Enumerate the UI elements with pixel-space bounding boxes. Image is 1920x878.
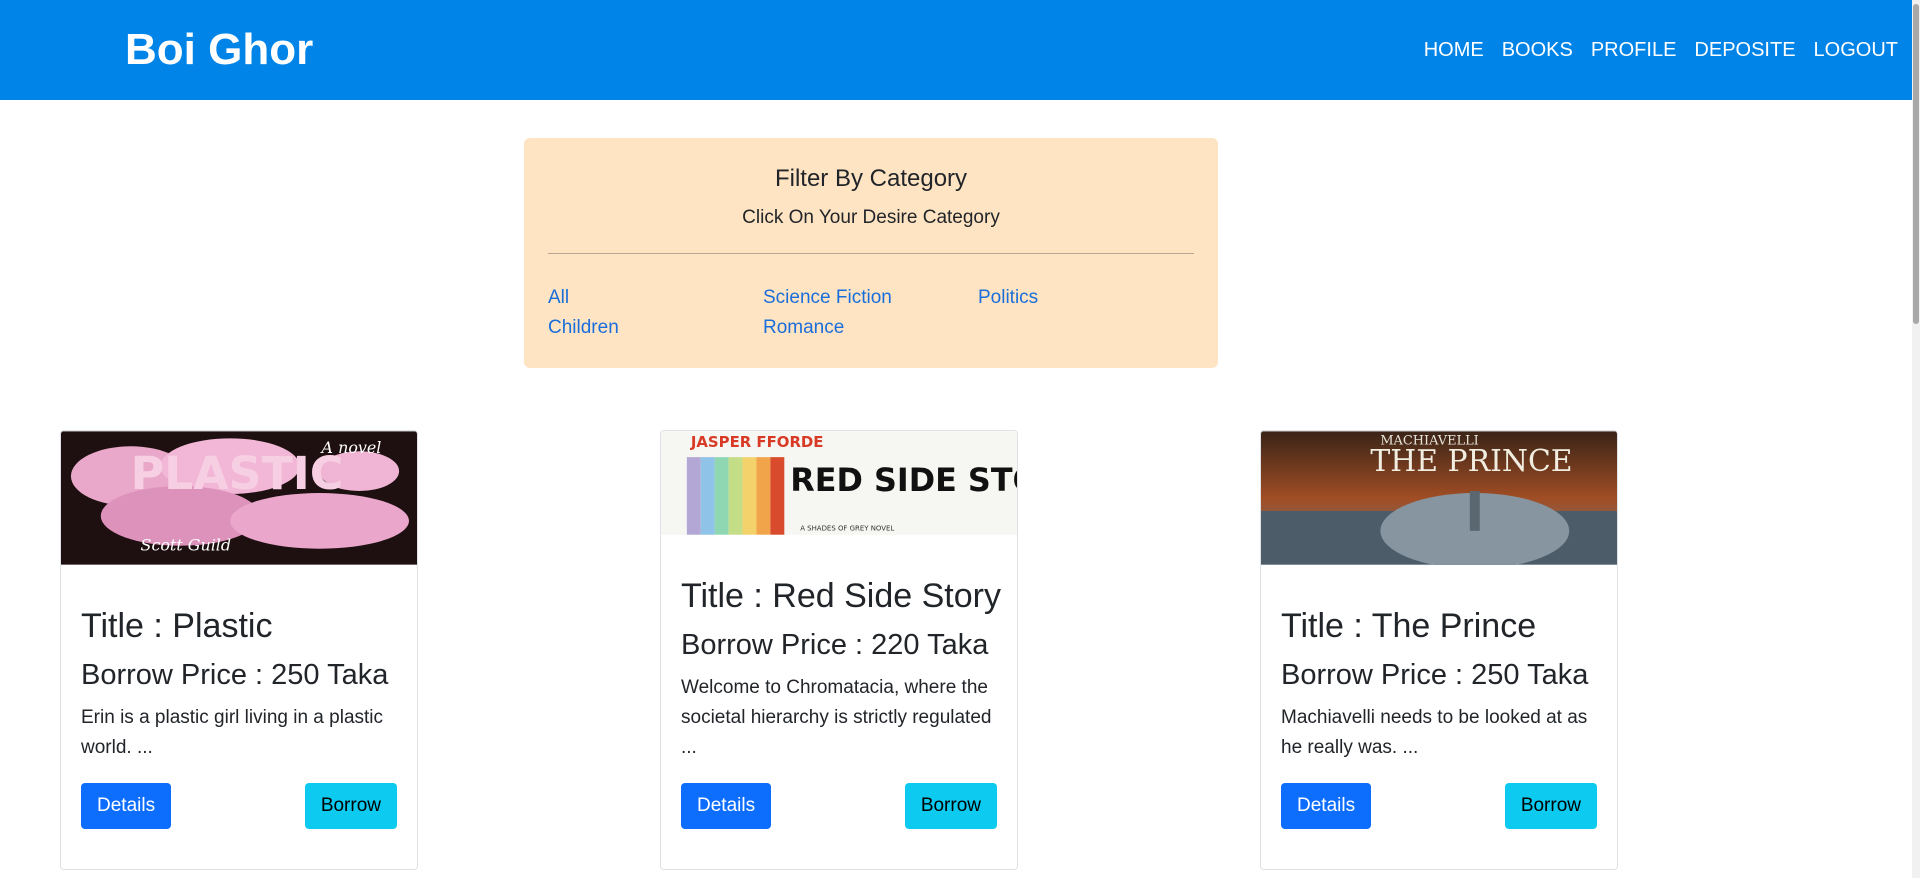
borrow-button[interactable]: Borrow [304, 783, 397, 829]
borrow-button[interactable]: Borrow [1504, 783, 1597, 829]
book-cover-image: PLASTIC A novel Scott Guild [61, 431, 417, 565]
book-title: Title : The Prince [1281, 607, 1537, 645]
category-politics[interactable]: Politics [978, 285, 1038, 311]
book-price: Borrow Price : 250 Taka [1281, 659, 1589, 691]
book-title: Title : Plastic [81, 607, 273, 645]
cover-author-text: Scott Guild [141, 536, 232, 555]
category-science-fiction[interactable]: Science Fiction [763, 285, 892, 311]
cover-author-text: JASPER FFORDE [690, 433, 824, 451]
book-card-red-side-story: JASPER FFORDE RED SIDE STORY A SHADES OF… [660, 430, 1018, 870]
cover-tagline-text: A novel [320, 438, 382, 457]
book-price: Borrow Price : 250 Taka [81, 659, 389, 691]
brand-logo[interactable]: Boi Ghor [125, 22, 313, 78]
cover-title-text: THE PRINCE [1370, 444, 1572, 479]
book-card-the-prince: MACHIAVELLI THE PRINCE Title : The Princ… [1260, 430, 1618, 870]
details-button[interactable]: Details [81, 783, 172, 829]
scrollbar[interactable] [1912, 0, 1920, 878]
details-button[interactable]: Details [1281, 783, 1372, 829]
borrow-button[interactable]: Borrow [904, 783, 997, 829]
book-price: Borrow Price : 220 Taka [681, 629, 989, 661]
cover-tagline-text: A SHADES OF GREY NOVEL [800, 525, 894, 533]
navbar: Boi Ghor HOME BOOKS PROFILE DEPOSITE LOG… [0, 0, 1920, 100]
nav-links: HOME BOOKS PROFILE DEPOSITE LOGOUT [1424, 36, 1898, 64]
cover-title-text: RED SIDE STORY [790, 461, 1017, 499]
book-description: Machiavelli needs to be looked at as he … [1281, 707, 1588, 758]
nav-logout[interactable]: LOGOUT [1814, 36, 1898, 64]
book-description: Welcome to Chromatacia, where the societ… [681, 677, 992, 758]
filter-title: Filter By Category [774, 165, 968, 192]
nav-books[interactable]: BOOKS [1502, 36, 1573, 64]
nav-profile[interactable]: PROFILE [1591, 36, 1677, 64]
category-all[interactable]: All [548, 285, 569, 311]
book-title: Title : Red Side Story [681, 577, 1001, 615]
filter-subtitle: Click On Your Desire Category [742, 207, 1000, 228]
details-button[interactable]: Details [681, 783, 772, 829]
book-cover-image: JASPER FFORDE RED SIDE STORY A SHADES OF… [661, 431, 1017, 535]
category-romance[interactable]: Romance [763, 315, 844, 341]
category-filter: Filter By Category Click On Your Desire … [524, 138, 1218, 368]
book-cover-image: MACHIAVELLI THE PRINCE [1261, 431, 1617, 565]
cover-title-text: PLASTIC [131, 447, 344, 500]
scrollbar-thumb[interactable] [1913, 4, 1919, 324]
book-description: Erin is a plastic girl living in a plast… [81, 707, 384, 758]
nav-home[interactable]: HOME [1424, 36, 1484, 64]
category-children[interactable]: Children [548, 315, 619, 341]
book-card-plastic: PLASTIC A novel Scott Guild Title : Plas… [60, 430, 418, 870]
nav-deposite[interactable]: DEPOSITE [1694, 36, 1795, 64]
divider [548, 253, 1194, 254]
